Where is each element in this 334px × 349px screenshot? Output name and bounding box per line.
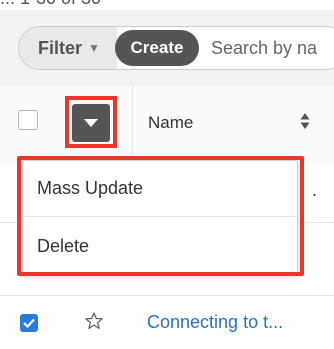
select-all-checkbox[interactable] bbox=[18, 110, 38, 130]
chevron-down-icon: ▼ bbox=[88, 41, 100, 55]
star-icon[interactable] bbox=[84, 311, 104, 331]
checkmark-icon bbox=[23, 318, 35, 328]
column-divider bbox=[132, 86, 133, 164]
sort-icon[interactable] bbox=[300, 112, 310, 130]
top-partial-text: ... 1-30 of 30 bbox=[0, 0, 334, 10]
row-checkbox-checked[interactable] bbox=[20, 314, 38, 332]
record-name-link[interactable]: Connecting to t... bbox=[147, 312, 283, 333]
search-input[interactable] bbox=[211, 27, 334, 69]
create-button[interactable]: Create bbox=[115, 30, 199, 66]
list-row-ellipsis: . bbox=[312, 180, 318, 200]
filter-button[interactable]: Filter ▼ bbox=[19, 27, 117, 69]
highlight-box-toggle bbox=[65, 96, 117, 148]
filter-label: Filter bbox=[38, 37, 83, 58]
filter-container: Filter ▼ Create bbox=[18, 26, 334, 70]
filter-bar: Filter ▼ Create bbox=[0, 10, 334, 87]
name-column-header[interactable]: Name bbox=[148, 113, 193, 133]
highlight-box-menu bbox=[17, 156, 304, 276]
